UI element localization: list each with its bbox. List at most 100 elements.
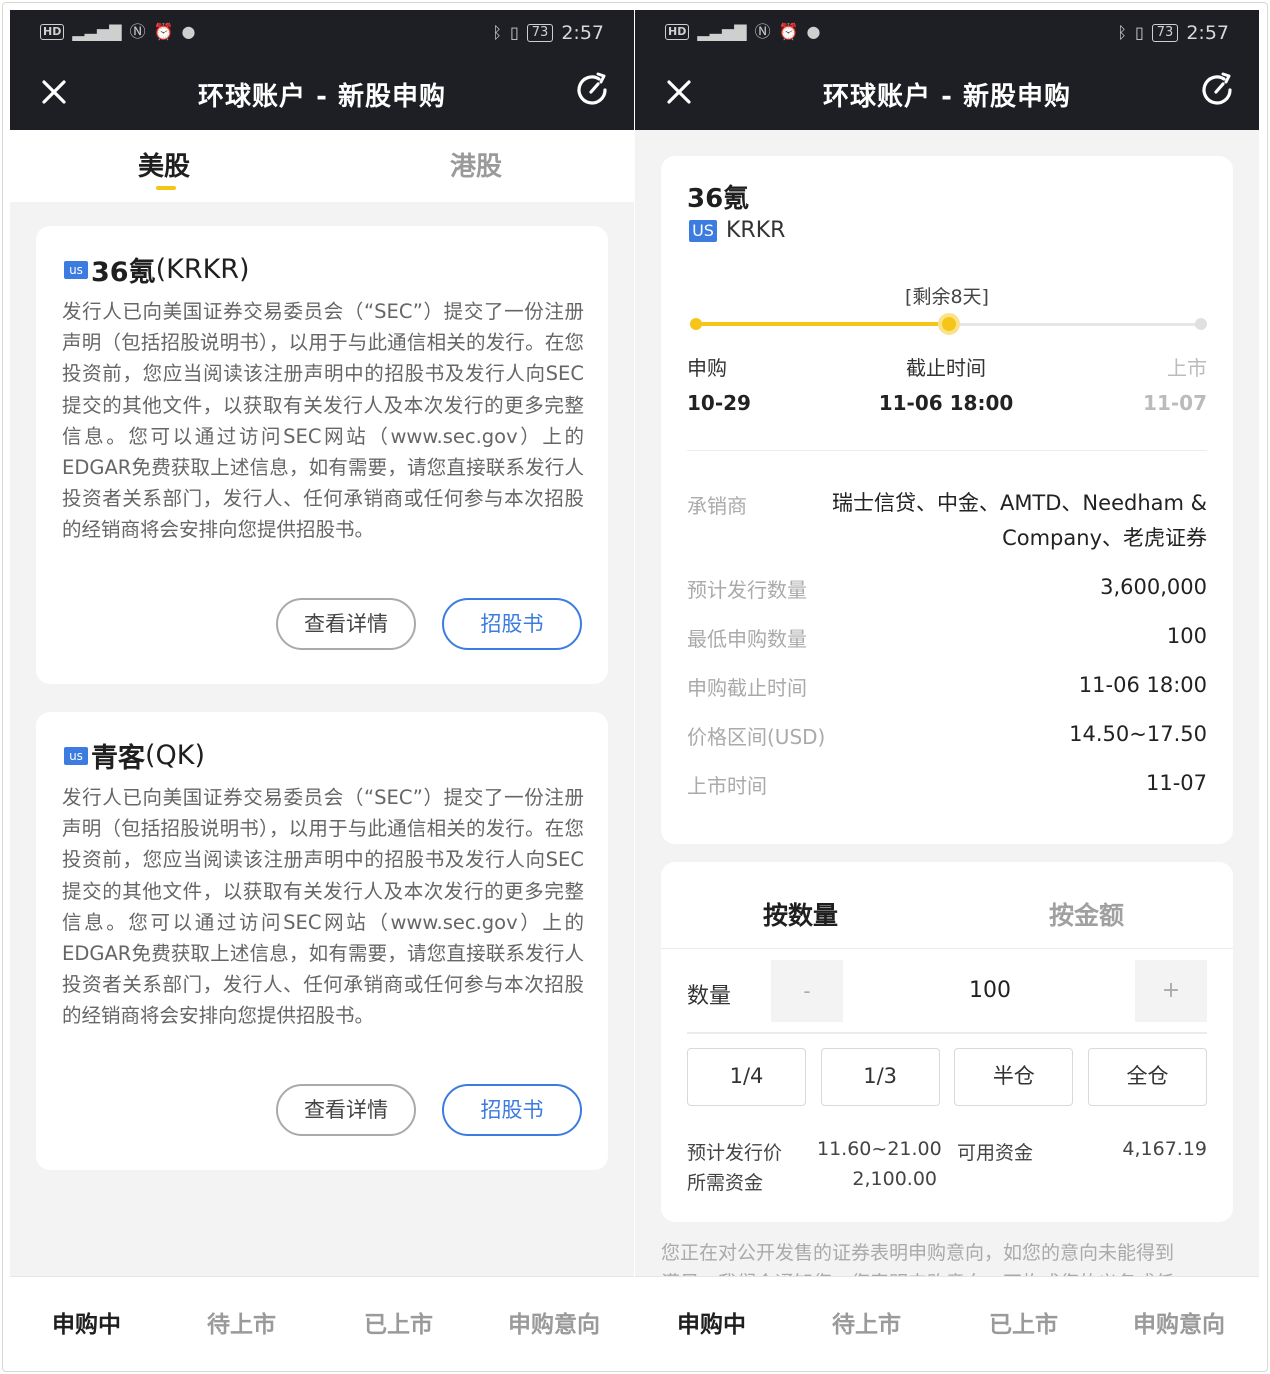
signal-icon: ▂▃▅▇	[697, 22, 747, 41]
disclaimer-line: 您正在对公开发售的证券表明申购意向，如您的意向未能得到	[661, 1242, 1175, 1264]
nav-bar: 环球账户 - 新股申购	[635, 56, 1259, 130]
days-remaining: [剩余8天]	[905, 286, 989, 308]
clock: 2:57	[561, 22, 604, 44]
timeline-progress	[691, 322, 949, 326]
ipo-name: 36氪	[91, 257, 156, 288]
stock-name: 36氪	[687, 184, 750, 214]
milestone-date: 11-06 18:00	[878, 391, 1014, 415]
detail-row-price-range: 价格区间(USD) 14.50~17.50	[687, 721, 1207, 756]
battery-icon: 73	[1151, 24, 1179, 42]
required-funds-label: 所需资金	[687, 1172, 764, 1194]
hd-icon: HD	[665, 24, 690, 40]
detail-row-min-quantity: 最低申购数量 100	[687, 623, 1207, 658]
underwriters-line-1: 瑞士信贷、中金、AMTD、Needham &	[831, 491, 1207, 515]
tab-subscription-intent[interactable]: 申购意向	[508, 1305, 600, 1339]
detail-row-underwriters: 承销商 瑞士信贷、中金、AMTD、Needham & Company、老虎证券	[687, 490, 1207, 562]
detail-value: 11-06 18:00	[1078, 673, 1207, 697]
tab-subscribing[interactable]: 申购中	[52, 1305, 121, 1339]
quantity-label: 数量	[687, 984, 732, 1009]
market-tabs: 美股 港股	[10, 130, 634, 202]
tab-hk-stocks[interactable]: 港股	[450, 146, 502, 183]
decrement-button[interactable]: -	[771, 960, 843, 1022]
tab-by-quantity[interactable]: 按数量	[763, 896, 838, 932]
available-funds-label: 可用资金	[957, 1142, 1034, 1164]
available-funds-value: 4,167.19	[1122, 1138, 1207, 1160]
bottom-tabbar: 申购中 待上市 已上市 申购意向	[10, 1276, 634, 1366]
prospectus-button[interactable]: 招股书	[442, 1084, 582, 1136]
view-details-button[interactable]: 查看详情	[276, 1084, 416, 1136]
refresh-icon[interactable]	[572, 70, 612, 110]
detail-label: 上市时间	[687, 774, 767, 798]
ipo-timeline	[690, 313, 1207, 335]
tab-by-amount[interactable]: 按金额	[1049, 896, 1124, 932]
tab-listed[interactable]: 已上市	[364, 1305, 433, 1339]
tab-subscription-intent[interactable]: 申购意向	[1133, 1305, 1225, 1339]
alarm-icon: ⏰	[778, 22, 799, 41]
timeline-milestones: 申购 10-29 截止时间 11-06 18:00 上市 11-07	[687, 352, 1207, 415]
ipo-name: 青客	[91, 743, 145, 774]
milestone-listing: 上市 11-07	[1143, 352, 1207, 415]
vibrate-icon: ▯	[1134, 23, 1144, 42]
subscription-card: 按数量 按金额 数量 - 100 + 1/4 1/3 半仓 全仓 预计发行价 1…	[661, 862, 1233, 1222]
us-market-badge: US	[689, 219, 717, 242]
detail-value: 100	[1166, 624, 1207, 648]
detail-label: 承销商	[687, 494, 747, 518]
status-bar: HD ▂▃▅▇ Ⓝ ⏰ ● ᛒ ▯ 73 2:57	[635, 10, 1259, 56]
ipo-code: (QK)	[145, 740, 206, 771]
milestone-date: 10-29	[687, 391, 751, 415]
quantity-input[interactable]: 100	[861, 978, 1119, 1003]
nav-bar: 环球账户 - 新股申购	[10, 56, 634, 130]
stock-code: KRKR	[726, 218, 786, 243]
ipo-disclaimer: 发行人已向美国证券交易委员会（“SEC”）提交了一份注册声明（包括招股说明书），…	[62, 300, 584, 542]
ipo-disclaimer: 发行人已向美国证券交易委员会（“SEC”）提交了一份注册声明（包括招股说明书），…	[62, 786, 584, 1028]
milestone-label: 上市	[1167, 356, 1207, 380]
ipo-card: us 36氪 (KRKR) 发行人已向美国证券交易委员会（“SEC”）提交了一份…	[36, 226, 608, 684]
nfc-icon: Ⓝ	[129, 22, 146, 41]
tab-pending-listing[interactable]: 待上市	[207, 1305, 276, 1339]
full-position-button[interactable]: 全仓	[1087, 1048, 1207, 1106]
est-price-label: 预计发行价	[687, 1142, 783, 1164]
milestone-label: 申购	[687, 356, 727, 380]
view-details-button[interactable]: 查看详情	[276, 598, 416, 650]
detail-row-issue-size: 预计发行数量 3,600,000	[687, 574, 1207, 609]
page-title: 环球账户 - 新股申购	[823, 82, 1071, 112]
prospectus-button[interactable]: 招股书	[442, 598, 582, 650]
bluetooth-icon: ᛒ	[492, 23, 502, 42]
phone-right: HD ▂▃▅▇ Ⓝ ⏰ ● ᛒ ▯ 73 2:57 环球账户 - 新股申购 36…	[635, 10, 1259, 1366]
third-position-button[interactable]: 1/3	[820, 1048, 940, 1106]
refresh-icon[interactable]	[1197, 70, 1237, 110]
tab-subscribing[interactable]: 申购中	[677, 1305, 746, 1339]
milestone-label: 截止时间	[906, 356, 986, 380]
signal-icon: ▂▃▅▇	[72, 22, 122, 41]
increment-button[interactable]: +	[1135, 960, 1207, 1022]
ipo-code: (KRKR)	[155, 254, 250, 285]
message-icon: ●	[181, 22, 196, 41]
timeline-end-dot	[1195, 318, 1207, 330]
detail-label: 价格区间(USD)	[687, 725, 826, 749]
milestone-date: 11-07	[1143, 391, 1207, 415]
required-funds-value: 2,100.00	[852, 1168, 937, 1190]
page-title: 环球账户 - 新股申购	[198, 82, 446, 112]
timeline-current-dot	[938, 313, 960, 335]
tab-us-stocks[interactable]: 美股	[138, 146, 190, 183]
vibrate-icon: ▯	[509, 23, 519, 42]
detail-row-deadline: 申购截止时间 11-06 18:00	[687, 672, 1207, 707]
tab-listed[interactable]: 已上市	[989, 1305, 1058, 1339]
bottom-tabbar: 申购中 待上市 已上市 申购意向	[635, 1276, 1259, 1366]
tab-pending-listing[interactable]: 待上市	[832, 1305, 901, 1339]
divider	[687, 450, 1207, 451]
detail-value: 11-07	[1145, 771, 1207, 795]
detail-value: 3,600,000	[1100, 575, 1207, 599]
est-price-value: 11.60~21.00	[817, 1138, 942, 1160]
half-position-button[interactable]: 半仓	[954, 1048, 1074, 1106]
nfc-icon: Ⓝ	[754, 22, 771, 41]
detail-label: 预计发行数量	[687, 578, 807, 602]
clock: 2:57	[1186, 22, 1229, 44]
phone-left: HD ▂▃▅▇ Ⓝ ⏰ ● ᛒ ▯ 73 2:57 环球账户 - 新股申购 美股…	[10, 10, 634, 1366]
detail-row-listing-date: 上市时间 11-07	[687, 770, 1207, 805]
message-icon: ●	[806, 22, 821, 41]
active-tab-indicator	[156, 186, 176, 190]
detail-value: 瑞士信贷、中金、AMTD、Needham & Company、老虎证券	[832, 486, 1207, 556]
battery-icon: 73	[526, 24, 554, 42]
quarter-position-button[interactable]: 1/4	[687, 1048, 806, 1106]
